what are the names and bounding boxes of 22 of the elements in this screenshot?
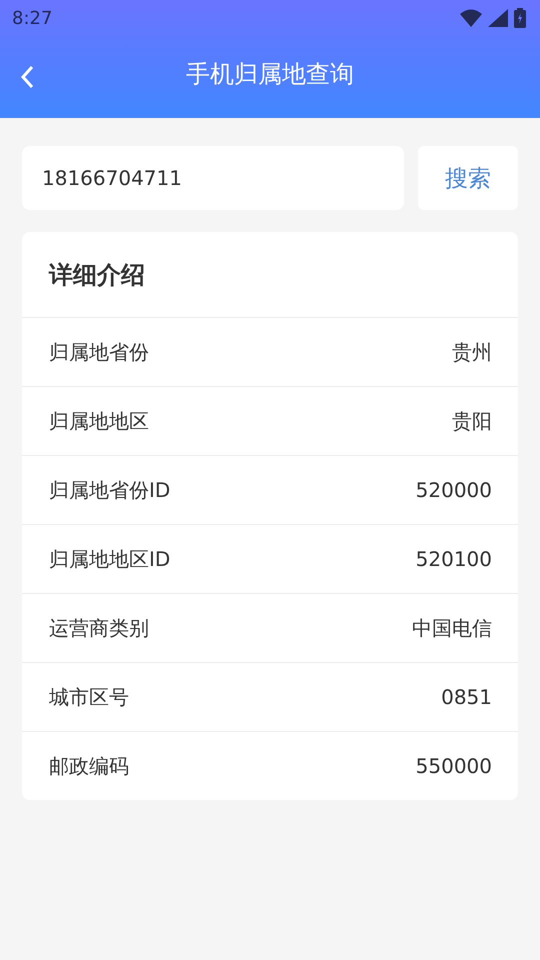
field-value: 贵阳: [452, 408, 492, 434]
field-label: 归属地省份ID: [49, 476, 170, 504]
battery-icon: [514, 8, 526, 28]
field-label: 归属地地区ID: [49, 546, 170, 572]
field-value: 中国电信: [412, 614, 492, 642]
search-button[interactable]: 搜索: [418, 146, 518, 210]
page-title: 手机归属地查询: [186, 60, 354, 88]
phone-number-field[interactable]: 18166704711: [22, 146, 404, 210]
field-value: 0851: [441, 685, 492, 709]
field-label: 邮政编码: [49, 752, 129, 780]
field-label: 运营商类别: [49, 614, 149, 642]
field-label: 归属地省份: [49, 338, 149, 366]
field-label: 城市区号: [49, 684, 129, 710]
field-value: 520100: [416, 547, 492, 571]
field-value: 550000: [416, 754, 492, 778]
field-label: 归属地地区: [49, 408, 149, 434]
signal-icon: [488, 9, 508, 27]
status-time: 8:27: [12, 8, 52, 28]
field-value: 520000: [416, 478, 492, 502]
wifi-icon: [460, 9, 482, 27]
field-value: 贵州: [452, 338, 492, 366]
section-title: 详细介绍: [49, 260, 145, 290]
